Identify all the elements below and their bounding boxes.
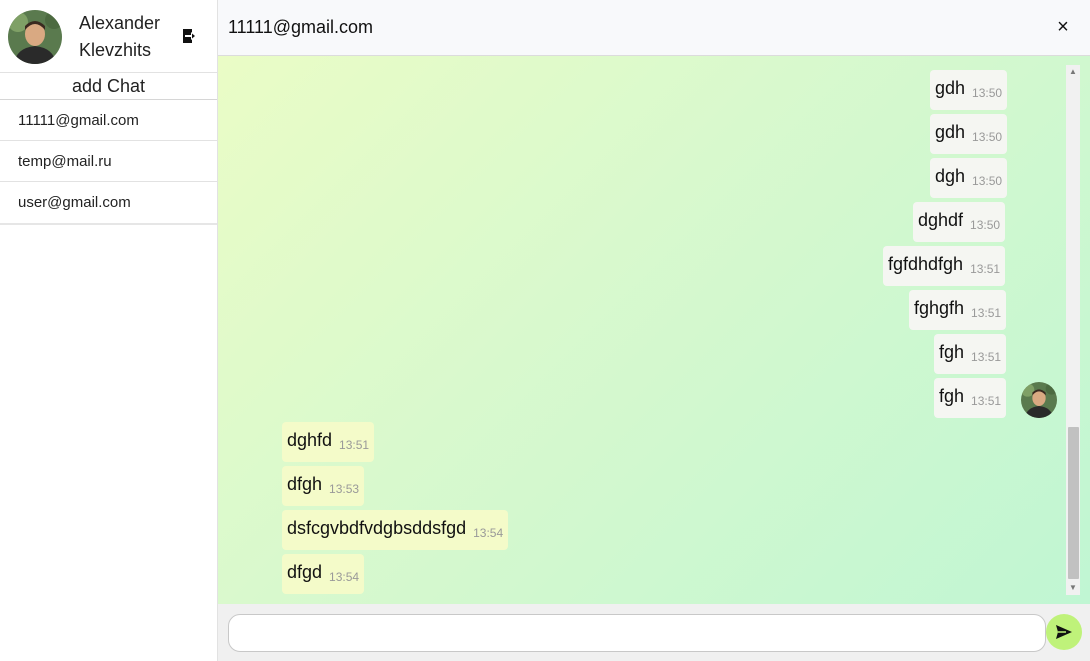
message-bubble-incoming: dsfcgvbdfvdgbsddsfgd 13:54: [282, 510, 509, 550]
scroll-thumb[interactable]: [1068, 427, 1079, 579]
chat-list-item[interactable]: temp@mail.ru: [0, 141, 217, 182]
message-bubble-outgoing: fgh 13:51: [934, 378, 1007, 418]
message-text: fgfdhdfgh: [888, 254, 964, 274]
chat-panel: 11111@gmail.com × gdh 13:50 gdh 13:50 dgh 1…: [218, 0, 1090, 661]
chat-header: 11111@gmail.com ×: [218, 0, 1090, 56]
chat-list-item[interactable]: 11111@gmail.com: [0, 100, 217, 141]
scroll-down-icon[interactable]: ▼: [1066, 581, 1080, 595]
message-time: 13:53: [329, 482, 360, 496]
message-text: gdh: [935, 78, 966, 98]
message-time: 13:50: [970, 218, 1001, 232]
message-time: 13:51: [971, 394, 1002, 408]
message-bubble-outgoing: fgfdhdfgh 13:51: [883, 246, 1006, 286]
message-time: 13:51: [970, 262, 1001, 276]
add-chat-button[interactable]: add Chat: [0, 73, 217, 100]
message-text: dfgh: [287, 474, 323, 494]
message-text: fghgfh: [914, 298, 965, 318]
message-input[interactable]: [228, 614, 1046, 652]
sender-avatar: [1021, 382, 1057, 418]
chat-title: 11111@gmail.com: [228, 17, 374, 37]
sidebar: Alexander Klevzhits add Chat 11111@gmail…: [0, 0, 218, 661]
message-text: dfgd: [287, 562, 323, 582]
message-time: 13:51: [971, 306, 1002, 320]
close-icon[interactable]: ×: [1050, 14, 1076, 40]
message-bubble-outgoing: fgh 13:51: [934, 334, 1007, 374]
message-bubble-outgoing: gdh 13:50: [930, 70, 1008, 110]
logout-icon[interactable]: [183, 29, 196, 43]
message-scrollbar[interactable]: ▲ ▼: [1066, 65, 1080, 595]
message-composer: [218, 604, 1090, 661]
scroll-up-icon[interactable]: ▲: [1066, 65, 1080, 79]
message-bubble-incoming: dfgh 13:53: [282, 466, 365, 506]
message-list[interactable]: gdh 13:50 gdh 13:50 dgh 13:50 dghdf 13:50 fg…: [218, 56, 1090, 604]
message-bubble-outgoing: dghdf 13:50: [913, 202, 1006, 242]
message-bubble-outgoing: gdh 13:50: [930, 114, 1008, 154]
chat-list-item[interactable]: user@gmail.com: [0, 182, 217, 223]
message-bubble-outgoing: dgh 13:50: [930, 158, 1008, 198]
message-time: 13:50: [972, 130, 1003, 144]
profile-header: Alexander Klevzhits: [0, 0, 217, 73]
message-time: 13:50: [972, 86, 1003, 100]
message-text: gdh: [935, 122, 966, 142]
message-time: 13:51: [339, 438, 370, 452]
message-text: fgh: [939, 342, 965, 362]
message-time: 13:51: [971, 350, 1002, 364]
message-bubble-outgoing: fghgfh 13:51: [909, 290, 1007, 330]
message-time: 13:50: [972, 174, 1003, 188]
message-text: dghfd: [287, 430, 333, 450]
chat-list: 11111@gmail.com temp@mail.ru user@gmail.…: [0, 100, 217, 225]
profile-name: Alexander Klevzhits: [79, 13, 161, 60]
send-button[interactable]: [1046, 614, 1082, 650]
message-bubble-incoming: dghfd 13:51: [282, 422, 375, 462]
message-text: dgh: [935, 166, 966, 186]
message-time: 13:54: [329, 570, 360, 584]
send-icon: [1056, 625, 1072, 639]
message-text: dghdf: [918, 210, 964, 230]
message-bubble-incoming: dfgd 13:54: [282, 554, 365, 594]
message-text: dsfcgvbdfvdgbsddsfgd: [287, 518, 467, 538]
profile-avatar[interactable]: [8, 10, 62, 64]
message-time: 13:54: [473, 526, 504, 540]
message-text: fgh: [939, 386, 965, 406]
